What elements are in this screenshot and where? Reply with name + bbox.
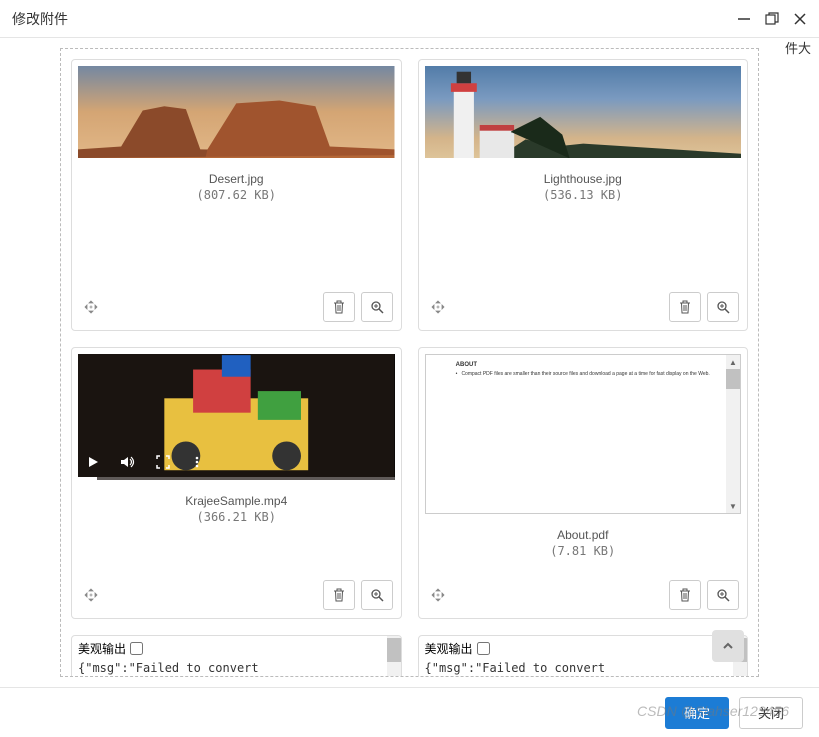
card-actions — [323, 580, 393, 610]
video-preview[interactable] — [78, 354, 395, 480]
pdf-scrollbar[interactable]: ▲ ▼ — [726, 355, 740, 513]
file-info: About.pdf (7.81 KB) — [419, 520, 748, 574]
pdf-bullet: Compact PDF files are smaller than their… — [461, 371, 709, 378]
delete-button[interactable] — [669, 292, 701, 322]
pdf-preview[interactable]: ABOUT •Compact PDF files are smaller tha… — [425, 354, 742, 514]
zoom-button[interactable] — [361, 580, 393, 610]
file-info: KrajeeSample.mp4 (366.21 KB) — [72, 486, 401, 574]
titlebar: 修改附件 — [0, 0, 819, 38]
file-card: ABOUT •Compact PDF files are smaller tha… — [418, 347, 749, 619]
pretty-print-checkbox[interactable] — [130, 642, 143, 655]
json-output-card: 美观输出 {"msg":"Failed to convert — [418, 635, 749, 677]
maximize-icon[interactable] — [765, 12, 779, 26]
json-header: 美观输出 — [78, 640, 395, 657]
play-icon[interactable] — [86, 455, 100, 469]
card-footer — [72, 574, 401, 618]
card-footer — [419, 574, 748, 618]
image-preview — [78, 66, 395, 158]
drop-zone: Desert.jpg (807.62 KB) — [60, 48, 759, 677]
file-size: (536.13 KB) — [423, 188, 744, 202]
pretty-print-checkbox[interactable] — [477, 642, 490, 655]
more-icon[interactable] — [190, 455, 204, 469]
zoom-button[interactable] — [707, 580, 739, 610]
file-size: (366.21 KB) — [76, 510, 397, 524]
scroll-to-top-button[interactable] — [712, 630, 744, 662]
content-area: Desert.jpg (807.62 KB) — [0, 38, 819, 687]
close-icon[interactable] — [793, 12, 807, 26]
video-progress[interactable] — [78, 477, 395, 480]
card-footer — [72, 286, 401, 330]
cancel-button[interactable]: 关闭 — [739, 697, 803, 729]
file-size: (7.81 KB) — [423, 544, 744, 558]
dialog-footer: 确定 关闭 — [0, 687, 819, 737]
fullscreen-icon[interactable] — [156, 455, 170, 469]
card-actions — [323, 292, 393, 322]
drag-handle-icon[interactable] — [427, 584, 449, 606]
file-size: (807.62 KB) — [76, 188, 397, 202]
file-grid: Desert.jpg (807.62 KB) — [71, 59, 748, 677]
drag-handle-icon[interactable] — [80, 296, 102, 318]
card-actions — [669, 292, 739, 322]
scroll-down-icon[interactable]: ▼ — [726, 499, 740, 513]
confirm-button[interactable]: 确定 — [665, 697, 729, 729]
volume-icon[interactable] — [120, 455, 136, 469]
zoom-button[interactable] — [707, 292, 739, 322]
file-card: Lighthouse.jpg (536.13 KB) — [418, 59, 749, 331]
json-content: {"msg":"Failed to convert — [78, 661, 395, 675]
image-preview — [425, 66, 742, 158]
zoom-button[interactable] — [361, 292, 393, 322]
minimize-icon[interactable] — [737, 12, 751, 26]
file-card: Desert.jpg (807.62 KB) — [71, 59, 402, 331]
scroll-up-icon[interactable]: ▲ — [726, 355, 740, 369]
file-info: Lighthouse.jpg (536.13 KB) — [419, 164, 748, 286]
json-label: 美观输出 — [425, 640, 473, 657]
file-name: About.pdf — [423, 528, 744, 542]
delete-button[interactable] — [323, 580, 355, 610]
card-footer — [419, 286, 748, 330]
json-scrollbar[interactable] — [387, 636, 401, 677]
json-output-card: 美观输出 {"msg":"Failed to convert — [71, 635, 402, 677]
delete-button[interactable] — [669, 580, 701, 610]
window-controls — [737, 12, 807, 26]
drag-handle-icon[interactable] — [80, 584, 102, 606]
scroll-thumb[interactable] — [726, 369, 740, 389]
file-name: Lighthouse.jpg — [423, 172, 744, 186]
video-controls — [78, 444, 395, 480]
file-name: Desert.jpg — [76, 172, 397, 186]
json-content: {"msg":"Failed to convert — [425, 661, 742, 675]
drag-handle-icon[interactable] — [427, 296, 449, 318]
delete-button[interactable] — [323, 292, 355, 322]
window-title: 修改附件 — [12, 9, 68, 29]
card-actions — [669, 580, 739, 610]
scroll-thumb[interactable] — [387, 638, 401, 662]
file-info: Desert.jpg (807.62 KB) — [72, 164, 401, 286]
pdf-heading: ABOUT — [456, 361, 710, 369]
json-label: 美观输出 — [78, 640, 126, 657]
json-header: 美观输出 — [425, 640, 742, 657]
file-card: KrajeeSample.mp4 (366.21 KB) — [71, 347, 402, 619]
file-name: KrajeeSample.mp4 — [76, 494, 397, 508]
pdf-content: ABOUT •Compact PDF files are smaller tha… — [446, 355, 720, 384]
